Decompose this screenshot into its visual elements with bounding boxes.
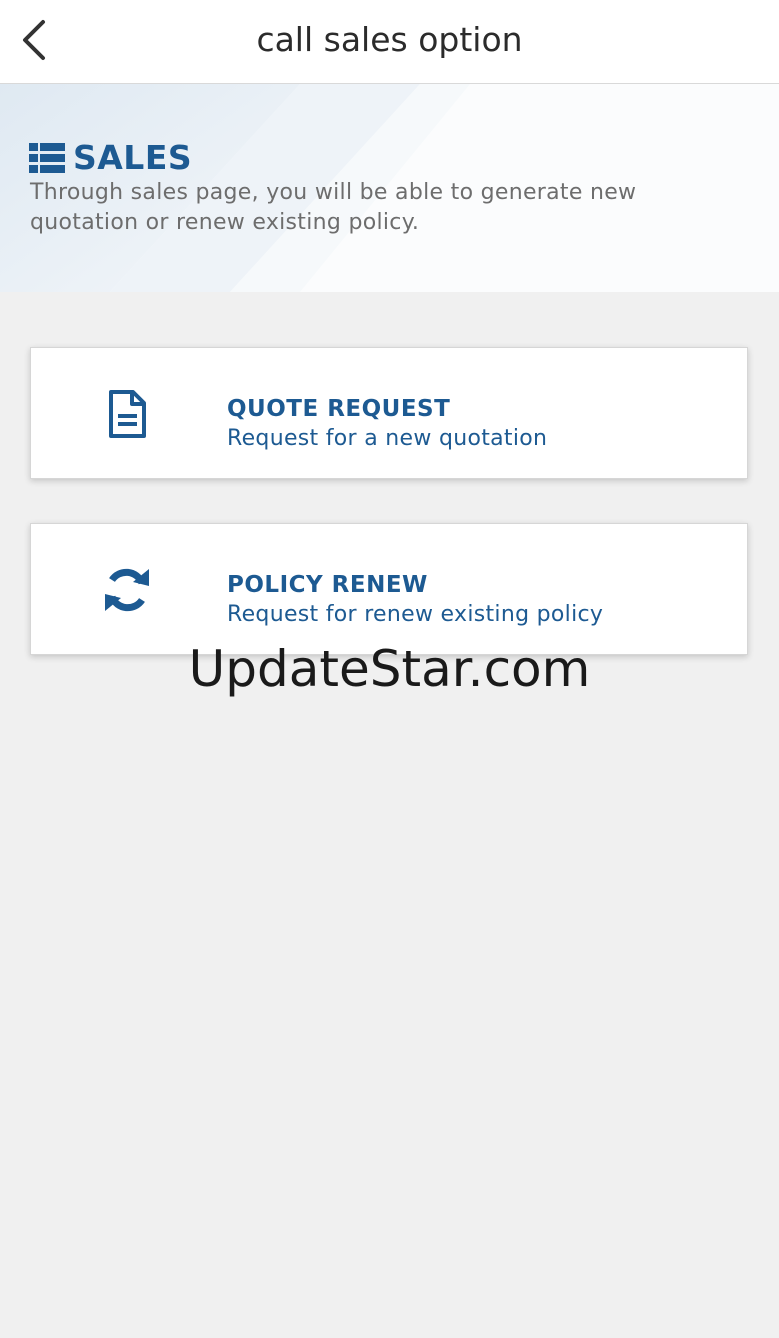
card-text: QUOTE REQUEST Request for a new quotatio… (227, 394, 547, 454)
quote-request-option[interactable]: QUOTE REQUEST Request for a new quotatio… (30, 347, 748, 479)
sales-header-banner: SALES Through sales page, you will be ab… (0, 84, 779, 292)
sales-title: SALES (73, 138, 193, 177)
sales-description: Through sales page, you will be able to … (30, 180, 637, 235)
option-subtitle: Request for a new quotation (227, 426, 548, 451)
list-icon (29, 142, 65, 173)
option-subtitle: Request for renew existing policy (227, 602, 604, 627)
page-title: call sales option (256, 20, 523, 59)
policy-renew-option[interactable]: POLICY RENEW Request for renew existing … (30, 523, 748, 655)
card-icon-wrap (97, 388, 157, 440)
sales-heading: SALES (29, 138, 192, 177)
watermark-text: UpdateStar.com (188, 640, 591, 698)
option-title: QUOTE REQUEST (227, 396, 451, 422)
refresh-icon (105, 568, 149, 612)
option-title: POLICY RENEW (227, 572, 428, 598)
card-text: POLICY RENEW Request for renew existing … (227, 570, 603, 630)
document-icon (109, 390, 146, 438)
card-icon-wrap (97, 564, 157, 616)
navigation-bar: call sales option (0, 0, 779, 84)
